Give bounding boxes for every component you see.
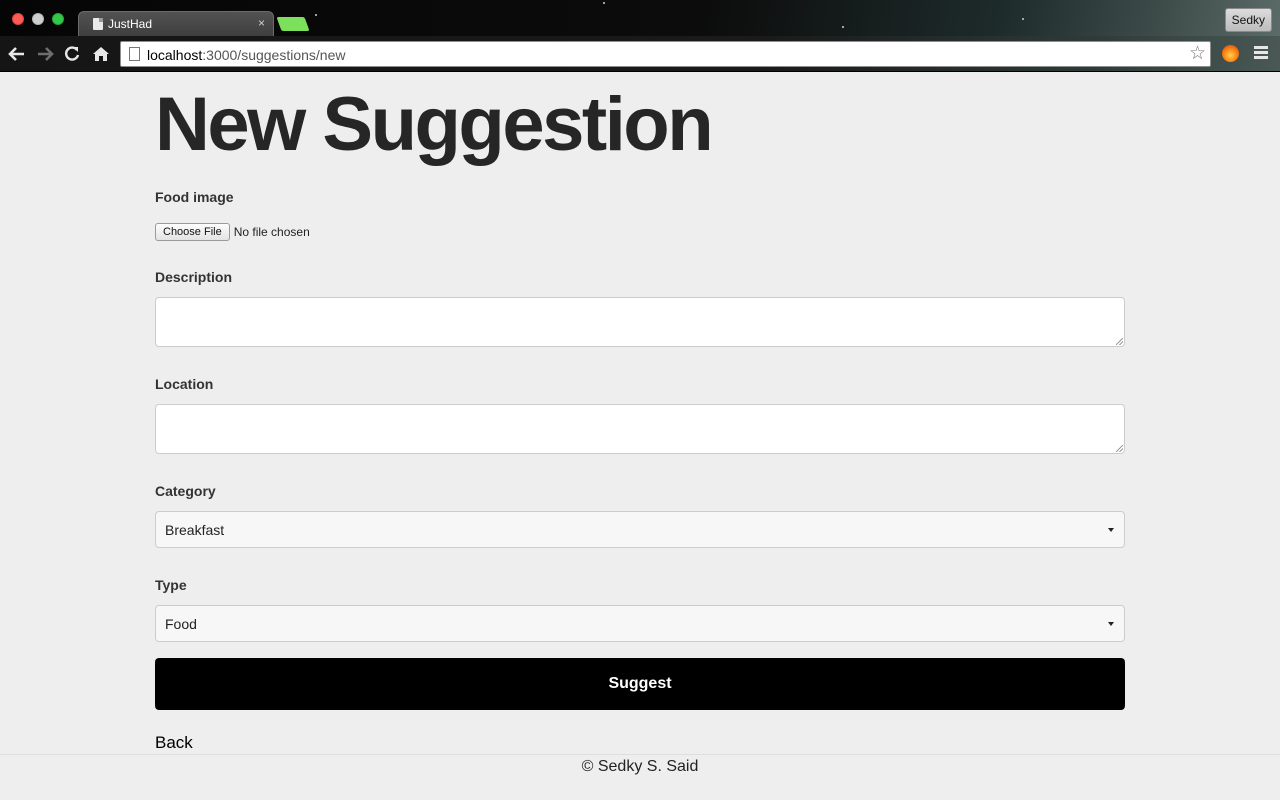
background-star — [315, 14, 317, 16]
tab-title: JustHad — [108, 17, 153, 31]
hamburger-menu-icon[interactable] — [1254, 46, 1268, 61]
address-bar[interactable]: localhost:3000/suggestions/new ☆ — [120, 41, 1211, 67]
window-minimize-button[interactable] — [32, 13, 44, 25]
star-icon[interactable]: ☆ — [1189, 43, 1206, 65]
type-select[interactable]: Food — [155, 605, 1125, 642]
suggest-button[interactable]: Suggest — [155, 658, 1125, 710]
tab-close-icon[interactable]: × — [258, 16, 265, 30]
url-path: :3000/suggestions/new — [202, 47, 346, 63]
extension-icon[interactable] — [1222, 45, 1239, 62]
footer-divider — [0, 754, 1280, 755]
window-maximize-button[interactable] — [52, 13, 64, 25]
page-title: New Suggestion — [155, 82, 714, 167]
background-star — [603, 2, 605, 4]
reload-icon[interactable] — [62, 44, 82, 64]
choose-file-button[interactable]: Choose File — [155, 223, 230, 241]
forward-arrow-icon[interactable] — [35, 44, 55, 64]
new-tab-button[interactable] — [276, 17, 310, 31]
category-selected-value: Breakfast — [165, 522, 225, 538]
footer-copyright: © Sedky S. Said — [581, 758, 699, 775]
file-input[interactable]: Choose File No file chosen — [155, 223, 310, 241]
file-status: No file chosen — [233, 225, 310, 239]
chevron-down-icon — [1108, 528, 1114, 532]
chevron-down-icon — [1108, 622, 1114, 626]
food-image-label: Food image — [155, 189, 234, 205]
location-label: Location — [155, 376, 214, 392]
home-icon[interactable] — [91, 44, 111, 64]
url-host: localhost — [147, 47, 203, 63]
document-icon — [93, 18, 103, 30]
category-select[interactable]: Breakfast — [155, 511, 1125, 548]
url-text[interactable]: localhost:3000/suggestions/new — [147, 47, 345, 63]
type-selected-value: Food — [165, 616, 197, 632]
resize-grip-icon[interactable] — [1116, 338, 1123, 345]
background-star — [842, 26, 844, 28]
back-arrow-icon[interactable] — [7, 44, 27, 64]
background-star — [1022, 18, 1024, 20]
back-link[interactable]: Back — [155, 733, 193, 753]
page-icon — [129, 47, 140, 61]
category-label: Category — [155, 483, 216, 499]
type-label: Type — [155, 577, 187, 593]
description-textarea[interactable] — [155, 297, 1125, 347]
resize-grip-icon[interactable] — [1116, 445, 1123, 452]
browser-titlebar: JustHad × Sedky — [0, 0, 1280, 36]
location-textarea[interactable] — [155, 404, 1125, 454]
page-content: New Suggestion Food image Choose File No … — [0, 72, 1280, 800]
description-label: Description — [155, 269, 233, 285]
browser-tab[interactable]: JustHad × — [78, 11, 274, 36]
window-close-button[interactable] — [12, 13, 24, 25]
profile-button[interactable]: Sedky — [1224, 8, 1272, 32]
